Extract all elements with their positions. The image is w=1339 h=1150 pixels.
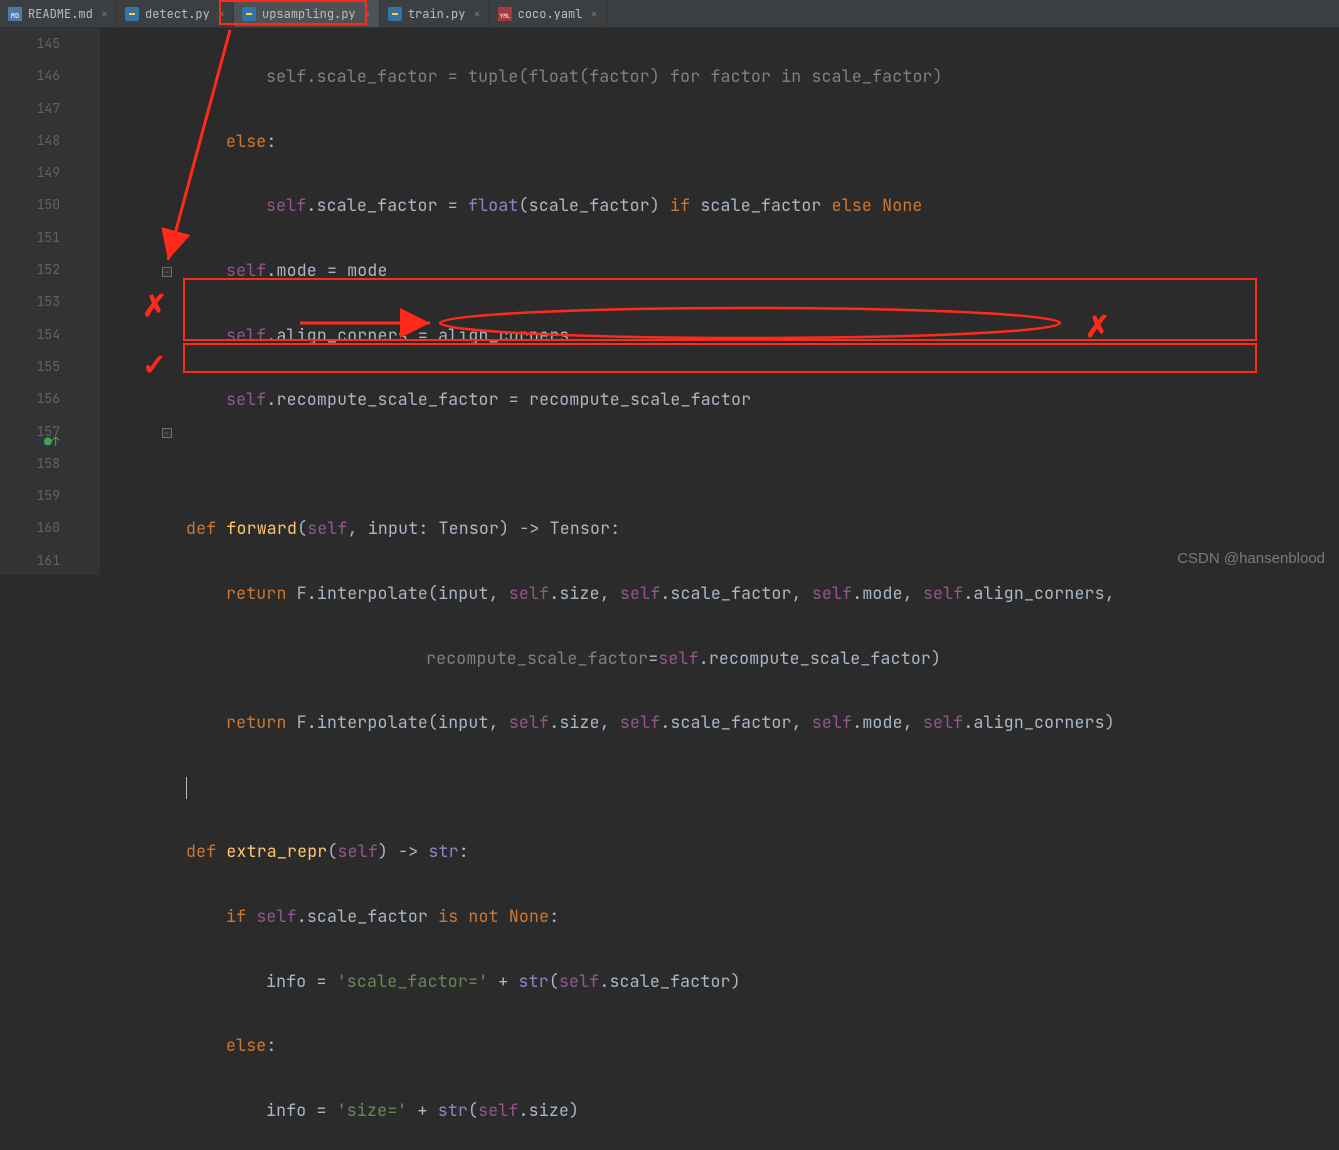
code-line: def extra_repr(self) -> str: xyxy=(106,835,1339,867)
tab-train[interactable]: train.py × xyxy=(380,0,490,27)
bookmark-icon: ●↑ xyxy=(44,426,60,458)
line-number: 154 xyxy=(0,319,60,351)
line-number: 155 xyxy=(0,351,60,383)
code-line: self.recompute_scale_factor = recompute_… xyxy=(106,383,1339,415)
close-icon[interactable]: × xyxy=(473,6,480,22)
code-line xyxy=(106,448,1339,480)
text-cursor xyxy=(186,777,187,799)
line-number: 152 xyxy=(0,254,60,286)
tab-upsampling[interactable]: upsampling.py × xyxy=(234,0,380,27)
line-number: 146 xyxy=(0,60,60,92)
code-line xyxy=(106,771,1339,803)
svg-text:MD: MD xyxy=(11,12,19,21)
close-icon[interactable]: × xyxy=(101,6,108,22)
line-number: 145 xyxy=(0,28,60,60)
code-line: return F.interpolate(input, self.size, s… xyxy=(106,577,1339,609)
svg-text:YML: YML xyxy=(499,12,510,20)
tab-bar: MD README.md × detect.py × upsampling.py… xyxy=(0,0,1339,28)
line-number: 150 xyxy=(0,189,60,221)
code-line: self.align_corners = align_corners xyxy=(106,319,1339,351)
line-number: 148 xyxy=(0,125,60,157)
line-gutter: 145 146 147 148 149 150 151 152 153 154 … xyxy=(0,28,78,575)
line-number: 161 xyxy=(0,545,60,577)
code-line: self.mode = mode xyxy=(106,254,1339,286)
tab-label: coco.yaml xyxy=(518,6,583,22)
line-number: 151 xyxy=(0,222,60,254)
tab-coco[interactable]: YML coco.yaml × xyxy=(490,0,607,27)
code-line: recompute_scale_factor=self.recompute_sc… xyxy=(106,642,1339,674)
code-line: self.scale_factor = float(scale_factor) … xyxy=(106,189,1339,221)
code-line: if self.scale_factor is not None: xyxy=(106,900,1339,932)
code-line: info = 'scale_factor=' + str(self.scale_… xyxy=(106,965,1339,997)
tab-label: README.md xyxy=(28,6,93,22)
python-icon xyxy=(388,7,402,21)
tab-label: upsampling.py xyxy=(262,6,356,22)
tab-detect[interactable]: detect.py × xyxy=(117,0,234,27)
line-number: 147 xyxy=(0,93,60,125)
code-line: else: xyxy=(106,1029,1339,1061)
code-line: def forward(self, input: Tensor) -> Tens… xyxy=(106,512,1339,544)
tab-readme[interactable]: MD README.md × xyxy=(0,0,117,27)
tab-label: train.py xyxy=(408,6,466,22)
yaml-icon: YML xyxy=(498,7,512,21)
close-icon[interactable]: × xyxy=(364,6,371,22)
line-number: 160 xyxy=(0,512,60,544)
code-editor[interactable]: 145 146 147 148 149 150 151 152 153 154 … xyxy=(0,28,1339,575)
watermark: CSDN @hansenblood xyxy=(1177,550,1325,567)
python-icon xyxy=(242,7,256,21)
code-line: else: xyxy=(106,125,1339,157)
close-icon[interactable]: × xyxy=(590,6,597,22)
code-line: self.scale_factor = tuple(float(factor) … xyxy=(106,60,1339,92)
code-line: info = 'size=' + str(self.size) xyxy=(106,1094,1339,1126)
markdown-icon: MD xyxy=(8,7,22,21)
line-number: 156 xyxy=(0,383,60,415)
code-area[interactable]: self.scale_factor = tuple(float(factor) … xyxy=(78,28,1339,575)
tab-label: detect.py xyxy=(145,6,210,22)
line-number: 159 xyxy=(0,480,60,512)
code-line: return F.interpolate(input, self.size, s… xyxy=(106,706,1339,738)
close-icon[interactable]: × xyxy=(218,6,225,22)
line-number: 149 xyxy=(0,157,60,189)
python-icon xyxy=(125,7,139,21)
line-number: 153 xyxy=(0,286,60,318)
